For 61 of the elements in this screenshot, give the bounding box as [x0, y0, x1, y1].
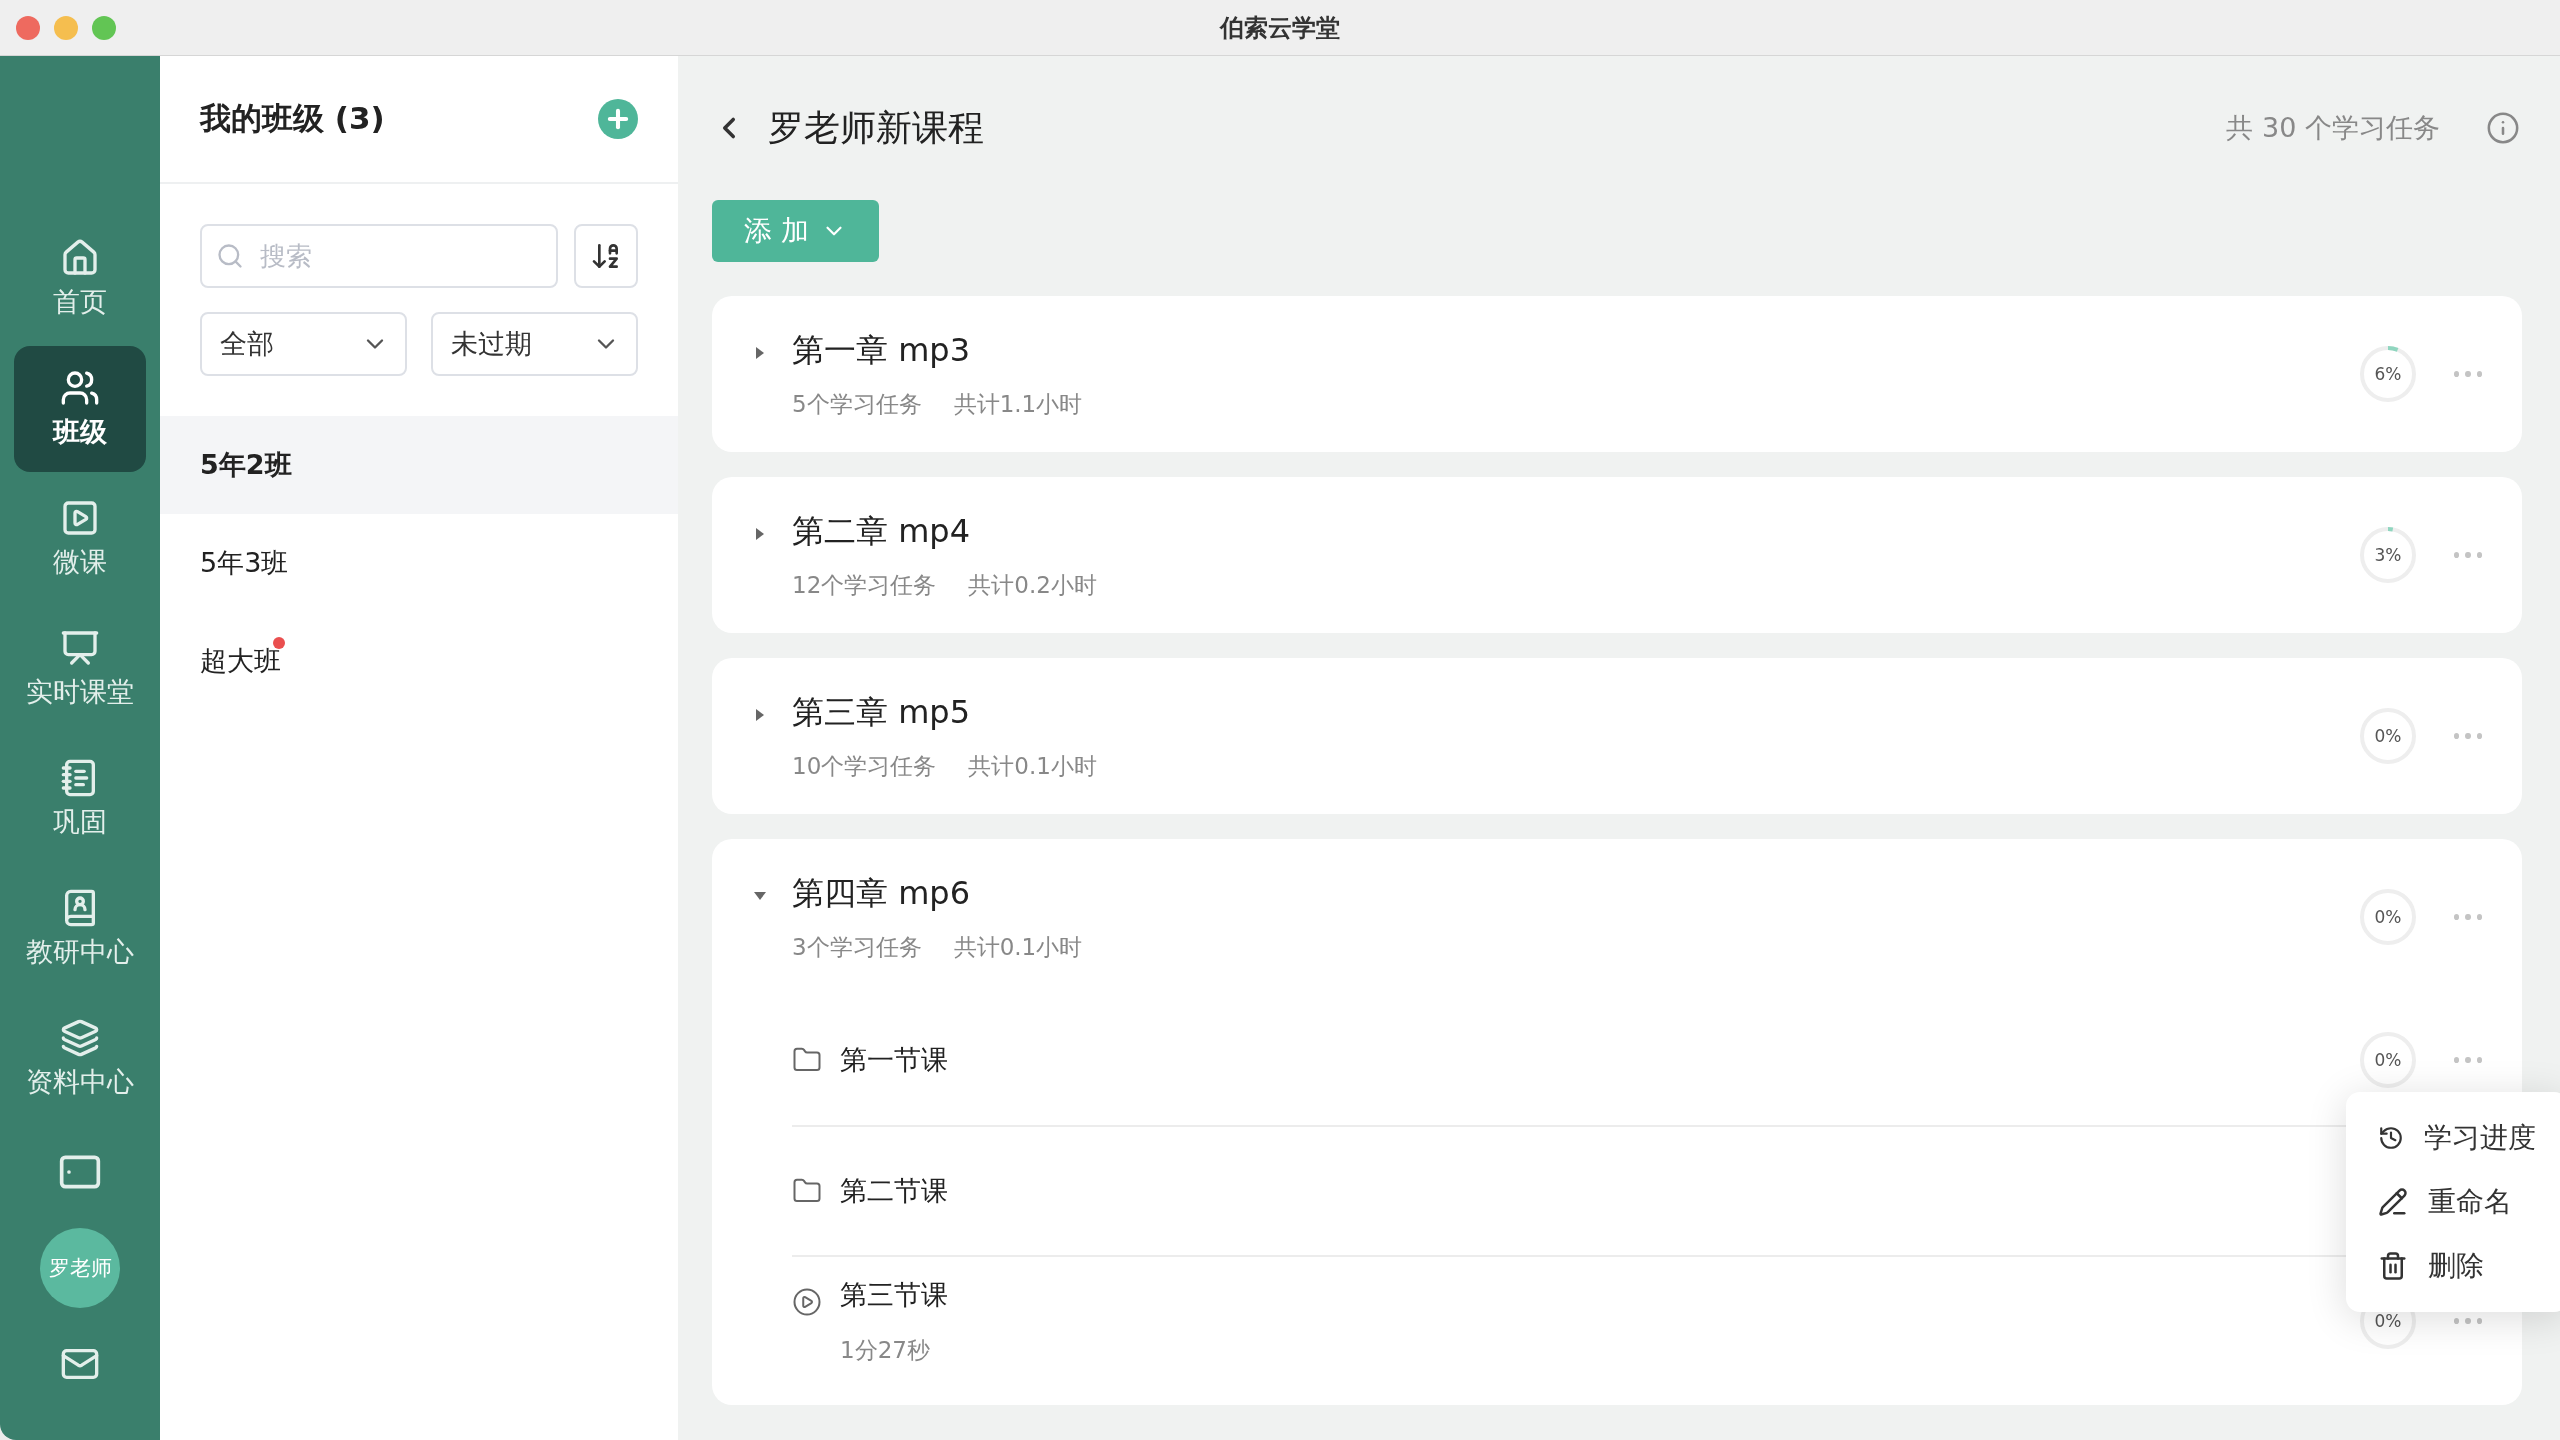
- task-count: 12个学习任务: [792, 570, 937, 600]
- nav-item[interactable]: 班级: [14, 346, 146, 472]
- duration: 共计0.2小时: [968, 570, 1097, 600]
- play-icon: [792, 1287, 822, 1317]
- presentation-board-icon: [60, 628, 100, 668]
- lesson-title: 第二节课: [840, 1174, 948, 1208]
- info-icon: [2486, 111, 2520, 145]
- nav-item[interactable]: 首页: [14, 216, 146, 342]
- search-field[interactable]: 搜索: [200, 224, 558, 288]
- task-count: 5个学习任务: [792, 389, 922, 419]
- more-button[interactable]: [2454, 914, 2482, 920]
- more-button[interactable]: [2454, 1318, 2482, 1324]
- task-count: 共 30 个学习任务: [2226, 111, 2440, 145]
- menu-item[interactable]: 学习进度: [2346, 1106, 2560, 1170]
- progress-ring: 0%: [2358, 706, 2418, 766]
- layers-icon: [60, 1018, 100, 1058]
- more-button[interactable]: [2454, 371, 2482, 377]
- nav-item[interactable]: 巩固: [14, 736, 146, 862]
- chapter-title: 第一章 mp3: [792, 329, 970, 371]
- more-button[interactable]: [2454, 733, 2482, 739]
- filter-dropdown[interactable]: 全部: [200, 312, 407, 376]
- progress-ring: 0%: [2358, 1030, 2418, 1090]
- menu-item[interactable]: 重命名: [2346, 1170, 2560, 1234]
- class-item[interactable]: 5年2班: [160, 416, 678, 514]
- lesson-duration: 1分27秒: [840, 1335, 930, 1365]
- panel-title: 我的班级 (3): [200, 99, 385, 138]
- nav-item[interactable]: 教研中心: [14, 866, 146, 992]
- task-count: 3个学习任务: [792, 932, 922, 962]
- close-button[interactable]: [16, 15, 40, 40]
- chapter-title: 第四章 mp6: [792, 872, 970, 914]
- nav-item[interactable]: 微课: [14, 476, 146, 602]
- zoom-button[interactable]: [92, 15, 116, 40]
- duration: 共计0.1小时: [968, 751, 1097, 781]
- task-count: 10个学习任务: [792, 751, 937, 781]
- duration: 共计1.1小时: [953, 389, 1083, 419]
- chapter-title: 第三章 mp5: [792, 691, 970, 733]
- lesson-title: 第三节课: [840, 1277, 948, 1312]
- home-icon: [60, 238, 100, 278]
- duration: 共计0.1小时: [953, 932, 1083, 962]
- more-button[interactable]: [2454, 552, 2482, 558]
- trash-icon: [2378, 1251, 2408, 1281]
- add-class-button[interactable]: [598, 99, 638, 139]
- window-title: 伯索云学堂: [1220, 12, 1340, 44]
- lesson-title: 第一节课: [840, 1043, 948, 1077]
- pencil-icon: [2378, 1187, 2408, 1217]
- more-button[interactable]: [2454, 1057, 2482, 1063]
- nav-item[interactable]: 资料中心: [14, 996, 146, 1122]
- progress-ring: 0%: [2358, 887, 2418, 947]
- filter-dropdown[interactable]: 未过期: [431, 312, 638, 376]
- search-icon: [216, 242, 244, 270]
- people-icon: [60, 368, 100, 408]
- nav-item[interactable]: 实时课堂: [14, 606, 146, 732]
- sort-button[interactable]: [574, 224, 638, 288]
- chapter-title: 第二章 mp4: [792, 510, 970, 552]
- info-button[interactable]: [2486, 111, 2520, 145]
- course-title: 罗老师新课程: [768, 105, 985, 150]
- progress-ring: 6%: [2358, 344, 2418, 404]
- minimize-button[interactable]: [54, 15, 78, 40]
- play-screen-icon: [60, 498, 100, 538]
- progress-ring: 3%: [2358, 525, 2418, 585]
- menu-item[interactable]: 删除: [2346, 1234, 2560, 1298]
